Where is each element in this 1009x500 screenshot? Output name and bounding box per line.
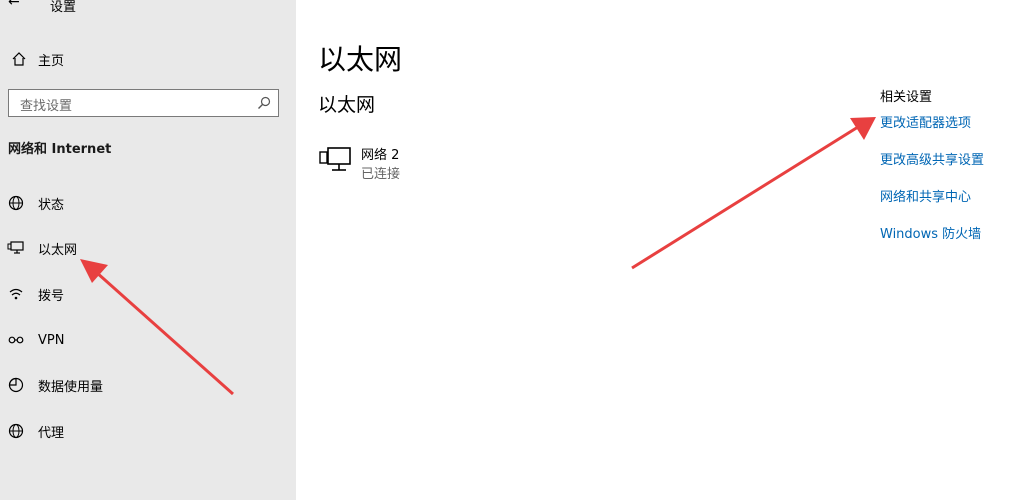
ethernet-network-icon — [318, 145, 352, 175]
search-placeholder: 查找设置 — [20, 99, 73, 114]
data-usage-icon — [6, 375, 26, 395]
link-change-adapter-options[interactable]: 更改适配器选项 — [880, 112, 971, 131]
home-label: 主页 — [38, 53, 65, 69]
sidebar-item-label: VPN — [38, 332, 65, 348]
sidebar-item-label: 拨号 — [38, 288, 65, 304]
section-subtitle: 以太网 — [318, 94, 376, 116]
network-status: 已连接 — [361, 167, 401, 182]
sidebar-item-ethernet[interactable]: 以太网 — [6, 236, 77, 260]
related-settings-title: 相关设置 — [880, 90, 933, 105]
section-title: 网络和 Internet — [8, 142, 112, 157]
page-title: 以太网 — [318, 43, 403, 76]
proxy-globe-icon — [6, 421, 26, 441]
vpn-icon — [6, 330, 26, 350]
window-title: 设置 — [50, 0, 77, 15]
sidebar-item-label: 代理 — [38, 425, 65, 441]
sidebar-item-label: 以太网 — [38, 242, 78, 258]
ethernet-monitor-icon — [6, 238, 26, 258]
search-input[interactable]: 查找设置 — [8, 89, 279, 117]
sidebar: ← 设置 主页 查找设置 网络和 Internet 状态 以太网 拨号 VPN … — [0, 0, 296, 500]
sidebar-item-label: 数据使用量 — [38, 379, 104, 395]
back-arrow-icon[interactable]: ← — [8, 0, 20, 10]
network-name: 网络 2 — [361, 148, 400, 163]
sidebar-item-vpn[interactable]: VPN — [6, 328, 64, 352]
network-card[interactable]: 网络 2 已连接 — [318, 143, 518, 183]
globe-status-icon — [6, 193, 26, 213]
link-network-sharing-center[interactable]: 网络和共享中心 — [880, 186, 971, 205]
link-advanced-sharing-settings[interactable]: 更改高级共享设置 — [880, 149, 984, 168]
search-icon[interactable] — [256, 95, 272, 111]
sidebar-item-status[interactable]: 状态 — [6, 191, 64, 215]
annotation-arrow-adapter — [631, 117, 876, 270]
sidebar-item-label: 状态 — [38, 197, 65, 213]
home-link[interactable]: 主页 — [8, 48, 64, 70]
sidebar-item-data-usage[interactable]: 数据使用量 — [6, 373, 103, 397]
link-windows-firewall[interactable]: Windows 防火墙 — [880, 223, 981, 242]
dialup-icon — [6, 284, 26, 304]
sidebar-item-proxy[interactable]: 代理 — [6, 419, 64, 443]
sidebar-item-dialup[interactable]: 拨号 — [6, 282, 64, 306]
home-icon — [8, 48, 30, 70]
